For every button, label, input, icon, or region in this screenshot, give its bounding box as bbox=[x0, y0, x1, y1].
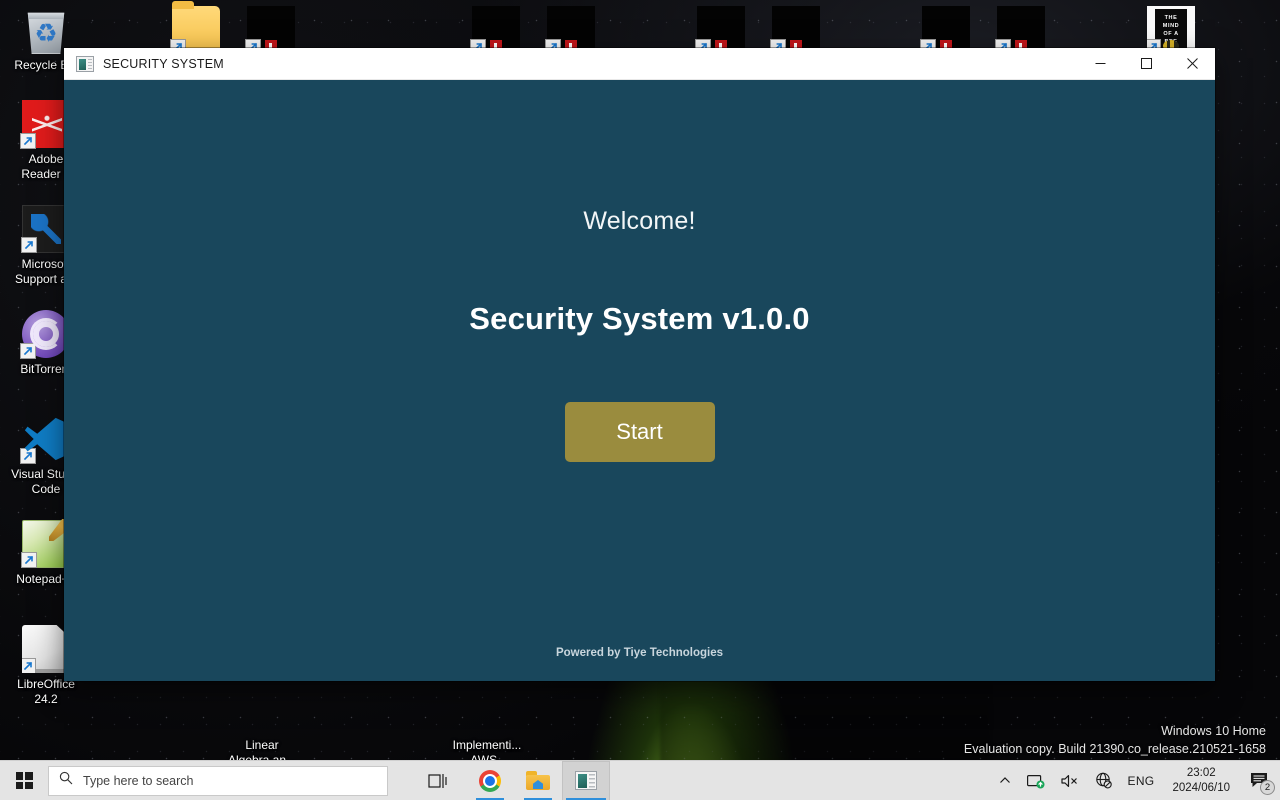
network-disconnected-icon[interactable] bbox=[1087, 761, 1120, 800]
shortcut-arrow-icon bbox=[22, 658, 36, 673]
taskbar-app-security-system[interactable] bbox=[562, 760, 610, 800]
clock-date: 2024/06/10 bbox=[1172, 781, 1230, 794]
watermark-build: Evaluation copy. Build 21390.co_release.… bbox=[963, 742, 1266, 756]
window-titlebar[interactable]: SECURITY SYSTEM bbox=[64, 48, 1215, 80]
recycle-bin-icon bbox=[27, 12, 65, 54]
app-window-icon bbox=[76, 55, 94, 72]
search-placeholder: Type here to search bbox=[83, 773, 194, 788]
bittorrent-icon bbox=[20, 310, 70, 359]
document-icon bbox=[695, 6, 745, 55]
desktop[interactable]: Recycle BinAdobe Reader 9Microsoft Suppo… bbox=[0, 0, 1280, 800]
document-icon bbox=[470, 6, 520, 55]
taskbar-search-box[interactable]: Type here to search bbox=[48, 765, 388, 796]
security-system-window[interactable]: SECURITY SYSTEM Welcome! Security System… bbox=[64, 48, 1215, 681]
app-title-heading: Security System v1.0.0 bbox=[469, 301, 810, 336]
taskbar-clock[interactable]: 23:02 2024/06/10 bbox=[1162, 761, 1240, 800]
close-button[interactable] bbox=[1169, 48, 1215, 80]
window-title: SECURITY SYSTEM bbox=[103, 56, 224, 71]
shortcut-arrow-icon bbox=[20, 343, 36, 359]
document-icon bbox=[995, 6, 1045, 55]
clock-time: 23:02 bbox=[1186, 766, 1216, 779]
folder-icon bbox=[170, 1, 220, 55]
notification-count-badge: 2 bbox=[1260, 779, 1275, 795]
shortcut-arrow-icon bbox=[21, 237, 37, 253]
notification-center-button[interactable]: 2 bbox=[1240, 761, 1280, 800]
document-icon bbox=[245, 6, 295, 55]
document-icon bbox=[545, 6, 595, 55]
adobe-reader-icon bbox=[20, 100, 70, 149]
system-tray: ENG 23:02 2024/06/10 2 bbox=[991, 761, 1280, 800]
document-icon bbox=[770, 6, 820, 55]
minimize-button[interactable] bbox=[1077, 48, 1123, 80]
maximize-button[interactable] bbox=[1123, 48, 1169, 80]
welcome-heading: Welcome! bbox=[583, 207, 696, 235]
app-window-icon bbox=[575, 771, 597, 790]
windows-watermark: Windows 10 Home Evaluation copy. Build 2… bbox=[964, 722, 1266, 758]
document-icon bbox=[920, 6, 970, 55]
visual-studio-code-icon bbox=[20, 415, 70, 464]
shortcut-arrow-icon bbox=[21, 552, 37, 568]
start-menu-button[interactable] bbox=[0, 761, 48, 800]
shortcut-arrow-icon bbox=[20, 133, 36, 149]
libreoffice-icon bbox=[22, 625, 70, 673]
taskbar-app-file-explorer[interactable] bbox=[514, 761, 562, 800]
notepad-plus-plus-icon bbox=[21, 520, 70, 568]
document-icon bbox=[238, 686, 286, 734]
watermark-edition: Windows 10 Home bbox=[1161, 724, 1266, 738]
task-view-button[interactable] bbox=[414, 761, 462, 800]
shortcut-arrow-icon bbox=[20, 448, 36, 464]
windows-logo-icon bbox=[15, 772, 33, 789]
app-content: Welcome! Security System v1.0.0 Start Po… bbox=[64, 80, 1215, 681]
volume-muted-icon[interactable] bbox=[1053, 761, 1087, 800]
show-hidden-icons-button[interactable] bbox=[991, 761, 1019, 800]
search-icon bbox=[59, 771, 73, 790]
taskbar[interactable]: Type here to search ENG 23:02 2024/06/10… bbox=[0, 760, 1280, 800]
taskbar-app-google-chrome[interactable] bbox=[466, 761, 514, 800]
window-controls bbox=[1077, 48, 1215, 80]
desktop-icon-label: LibreOffice 24.2 bbox=[17, 677, 75, 706]
desktop-icon[interactable]: Linear Algebra an... bbox=[224, 686, 300, 768]
windows-update-icon[interactable] bbox=[1019, 761, 1053, 800]
file-explorer-icon bbox=[526, 771, 550, 790]
document-icon bbox=[463, 686, 511, 734]
powered-by-label: Powered by Tiye Technologies bbox=[555, 647, 723, 659]
microsoft-support-icon bbox=[21, 205, 70, 253]
start-button[interactable]: Start bbox=[564, 402, 715, 462]
language-indicator[interactable]: ENG bbox=[1120, 761, 1163, 800]
chrome-icon bbox=[479, 769, 501, 792]
